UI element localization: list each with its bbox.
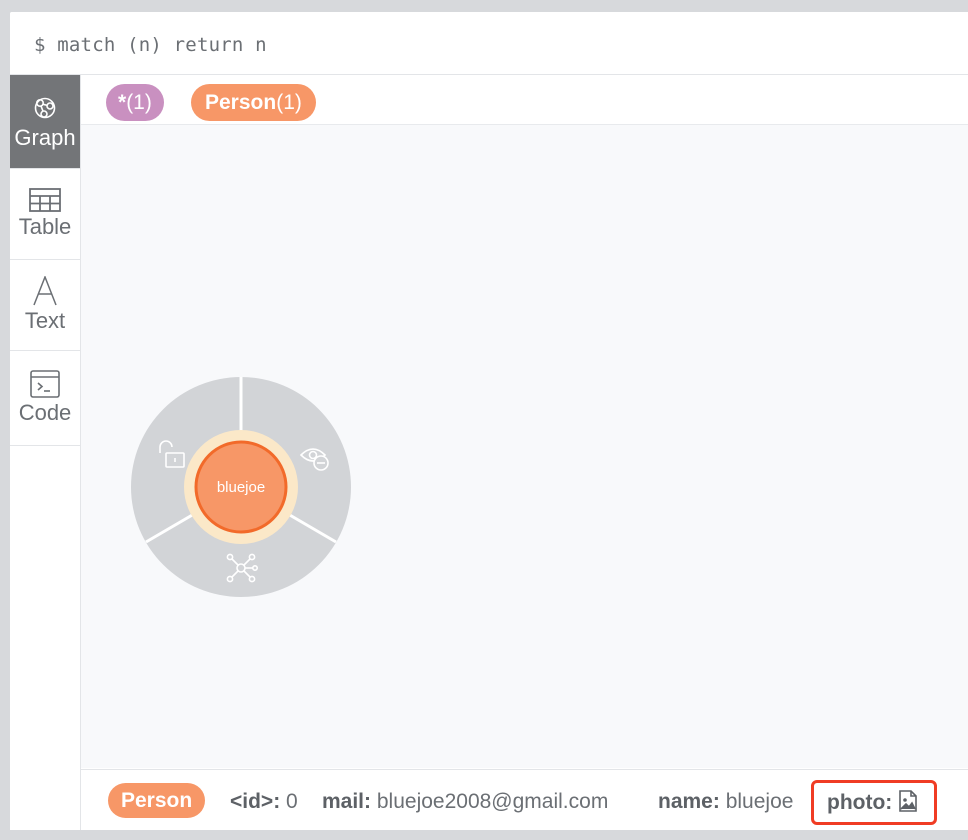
table-icon: [29, 188, 61, 212]
text-icon: [33, 276, 57, 306]
code-icon: [30, 370, 60, 398]
prop-key: name:: [658, 790, 720, 813]
prop-mail: mail: bluejoe2008@gmail.com: [322, 790, 608, 814]
photo-highlight-box: [811, 780, 937, 825]
sidebar-item-graph[interactable]: Graph: [10, 75, 80, 169]
prop-key: <id>:: [230, 790, 281, 813]
footer-label-pill[interactable]: Person: [108, 783, 206, 818]
prop-value: 0: [286, 790, 298, 813]
query-text[interactable]: $ match (n) return n: [34, 34, 267, 56]
sidebar-item-code[interactable]: Code: [10, 351, 80, 446]
graph-svg[interactable]: bluejoe: [81, 125, 968, 768]
labels-bar: *(1) Person(1): [81, 75, 968, 125]
label-count: (1): [276, 91, 302, 114]
prop-value: bluejoe: [725, 790, 794, 813]
sidebar-item-label: Graph: [14, 124, 76, 150]
view-sidebar: Graph Table Text Code: [10, 75, 81, 830]
label-name: Person: [205, 91, 277, 114]
prop-name: name: bluejoe: [658, 790, 793, 814]
app-frame: $ match (n) return n Graph Table Text Co…: [10, 12, 968, 830]
label-pill-person[interactable]: Person(1): [191, 84, 316, 121]
sidebar-item-label: Text: [24, 308, 66, 333]
label-count: (1): [126, 91, 152, 114]
graph-canvas[interactable]: bluejoe: [81, 125, 968, 768]
node-caption: bluejoe: [217, 479, 265, 496]
prop-id: <id>: 0: [230, 790, 298, 814]
sidebar-item-text[interactable]: Text: [10, 260, 80, 351]
graph-icon: [34, 97, 56, 118]
sidebar-item-label: Code: [18, 400, 72, 425]
sidebar-item-label: Table: [18, 214, 72, 239]
label-pill-all[interactable]: *(1): [106, 84, 164, 121]
query-bar[interactable]: $ match (n) return n: [10, 12, 968, 75]
label-name: *: [118, 91, 127, 114]
prop-value: bluejoe2008@gmail.com: [376, 790, 609, 813]
details-footer: Person <id>: 0 mail: bluejoe2008@gmail.c…: [81, 769, 968, 830]
prop-key: mail:: [322, 790, 372, 813]
sidebar-item-table[interactable]: Table: [10, 169, 80, 260]
